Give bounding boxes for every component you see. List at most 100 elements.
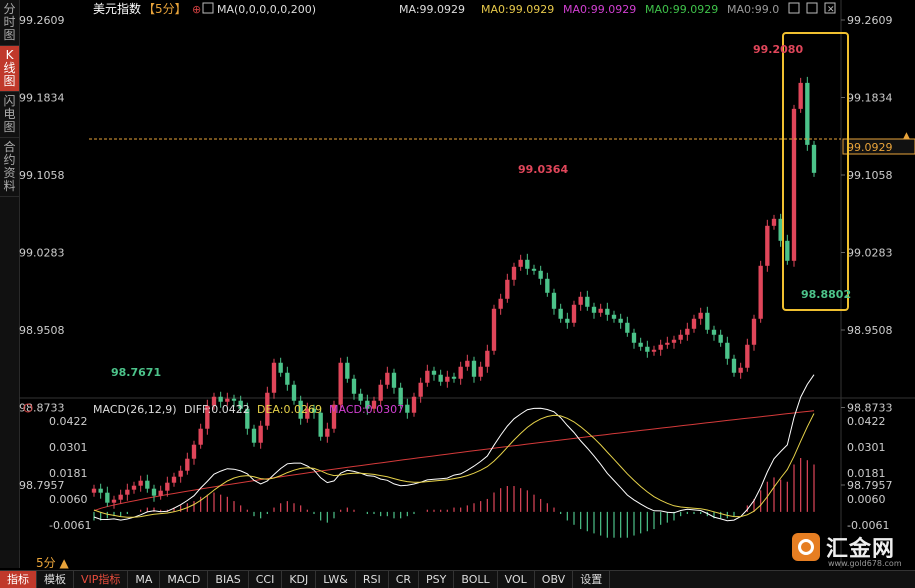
price-tick-left: 99.2609 <box>19 14 65 27</box>
candle <box>718 329 723 347</box>
candle <box>105 486 110 507</box>
ma-toggle-icon[interactable] <box>202 2 214 14</box>
price-tick-right: 98.7957 <box>847 479 893 492</box>
symbol-title: 美元指数 <box>93 1 141 16</box>
candle <box>765 219 770 272</box>
candle <box>691 314 697 333</box>
candle <box>578 291 583 311</box>
candle <box>198 423 203 449</box>
candle <box>271 358 277 399</box>
toolbar-item[interactable]: 指标 <box>0 571 37 588</box>
candle <box>191 440 197 465</box>
candle <box>425 364 430 387</box>
period-tag: 【5分】 <box>143 2 187 16</box>
macd-tick-left: 0.0060 <box>49 493 88 506</box>
candle <box>285 366 290 391</box>
toolbar-item[interactable]: 模板 <box>37 571 74 588</box>
ma-label: MA(0,0,0,0,0,200) <box>217 3 316 16</box>
fullscreen-button[interactable] <box>788 2 800 14</box>
candle <box>258 420 263 449</box>
price-tick-left: 99.1834 <box>19 92 65 105</box>
current-price-arrow: ▲ <box>903 131 910 141</box>
price-tick-left: 99.0283 <box>19 247 65 260</box>
candle <box>451 372 457 383</box>
tab-kline[interactable]: K线图 <box>0 46 19 92</box>
candle <box>251 424 257 447</box>
ma-value: MA0:99.0929 <box>563 3 636 16</box>
macd-diff: DIFF:0.0422 <box>184 403 250 416</box>
candle <box>531 264 537 275</box>
minimize-button[interactable] <box>806 2 818 14</box>
settings-icon[interactable]: ⊕ <box>192 3 201 16</box>
candle <box>771 214 777 230</box>
toolbar-item[interactable]: BOLL <box>454 571 498 588</box>
candle <box>638 337 643 351</box>
candle <box>611 310 617 323</box>
candle <box>685 322 690 341</box>
period-indicator[interactable]: 5分 ▲ <box>36 554 69 571</box>
toolbar-item[interactable]: CCI <box>249 571 283 588</box>
candle <box>458 361 463 385</box>
candle <box>465 354 470 371</box>
toolbar-item[interactable]: RSI <box>356 571 389 588</box>
price-tick-right: 98.8733 <box>847 402 893 415</box>
candle <box>605 302 610 321</box>
macd-tick-right: 0.0060 <box>847 493 886 506</box>
kline-chart[interactable]: 美元指数 【5分】 ⊕ MA(0,0,0,0,0,200) MA:99.0929… <box>19 0 915 568</box>
macd-tick-right: 0.0181 <box>847 467 886 480</box>
macd-label: MACD(26,12,9) <box>93 403 177 416</box>
toolbar-item[interactable]: MACD <box>160 571 209 588</box>
candle <box>518 254 523 271</box>
price-tick-right: 98.9508 <box>847 324 893 337</box>
candle <box>498 293 503 315</box>
candle <box>291 380 297 405</box>
candle <box>631 328 637 349</box>
candle <box>418 377 423 403</box>
candle <box>145 474 150 493</box>
toolbar-item[interactable]: 设置 <box>573 571 611 588</box>
candle <box>658 339 663 356</box>
candle <box>565 312 570 329</box>
toolbar-item[interactable]: LW& <box>316 571 356 588</box>
ma200-line <box>93 410 815 512</box>
toolbar-item[interactable]: OBV <box>535 571 574 588</box>
candle <box>591 302 597 319</box>
candle <box>391 368 397 394</box>
ma-values: MA:99.0929 MA0:99.0929 MA0:99.0929 MA0:99.0… <box>399 3 779 16</box>
close-icon: ✕ <box>827 5 835 15</box>
candle <box>585 290 590 311</box>
tab-flash[interactable]: 闪电图 <box>0 92 19 138</box>
candle <box>711 325 717 341</box>
price-tick-right: 99.1058 <box>847 169 893 182</box>
tab-contract-info[interactable]: 合约资料 <box>0 138 19 197</box>
toolbar-item[interactable]: PSY <box>419 571 455 588</box>
toolbar-item[interactable]: KDJ <box>282 571 317 588</box>
toolbar-item[interactable]: VOL <box>498 571 535 588</box>
candles <box>91 76 817 509</box>
toolbar-item[interactable]: CR <box>389 571 420 588</box>
candle <box>131 481 137 494</box>
tab-time-sharing[interactable]: 分时图 <box>0 0 19 46</box>
candle <box>745 338 750 372</box>
window-controls: ✕ <box>788 2 836 15</box>
toolbar-item[interactable]: VIP指标 <box>74 571 129 588</box>
candle <box>385 366 390 389</box>
candle <box>485 344 490 373</box>
candle <box>698 307 703 325</box>
candle <box>278 357 283 377</box>
candle <box>738 362 743 379</box>
price-tick-left: 98.7957 <box>19 479 65 492</box>
toolbar-item[interactable]: MA <box>128 571 161 588</box>
ma200-path <box>93 410 815 512</box>
price-tick-left: 98.9508 <box>19 324 65 337</box>
logo-icon <box>792 533 820 561</box>
candle <box>625 316 630 337</box>
candle <box>651 345 657 356</box>
candle <box>171 472 177 487</box>
candle <box>551 288 557 315</box>
toolbar-item[interactable]: BIAS <box>208 571 249 588</box>
macd-tick-left: 0.0422 <box>49 415 88 428</box>
candle <box>598 303 603 317</box>
low-spike-label: 98.8802 <box>801 288 851 301</box>
candle <box>438 369 443 386</box>
